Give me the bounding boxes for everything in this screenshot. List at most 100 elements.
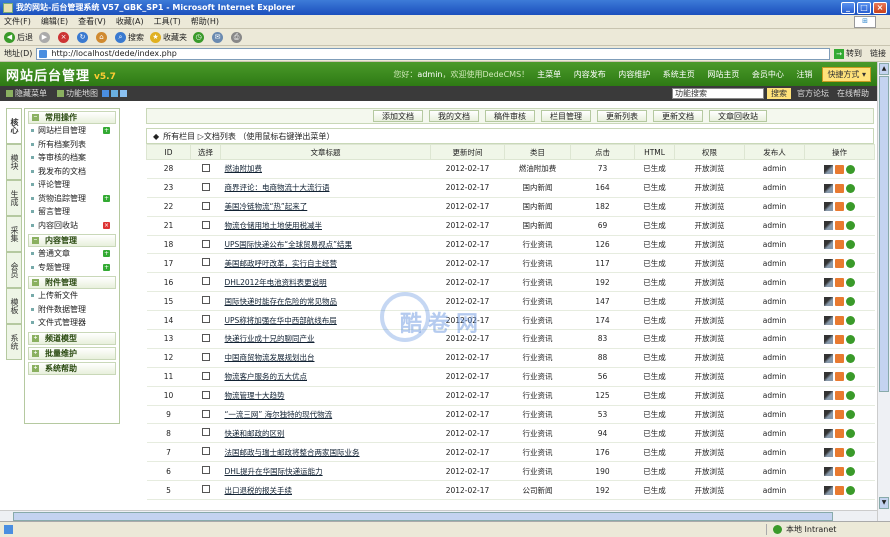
tab-templates[interactable]: 模板: [6, 288, 22, 324]
sidebar-item-my-docs[interactable]: 我发布的文档: [28, 165, 116, 179]
edit-property-icon[interactable]: [824, 485, 833, 495]
row-checkbox[interactable]: [190, 253, 221, 274]
search-button[interactable]: ⌕ 搜索: [115, 31, 144, 43]
edit-property-icon[interactable]: [824, 296, 833, 306]
preview-icon[interactable]: [846, 334, 855, 344]
nav-member-center[interactable]: 会员中心: [752, 70, 784, 79]
edit-property-icon[interactable]: [824, 353, 833, 363]
recycle-bin-button[interactable]: 文章回收站: [709, 110, 767, 122]
minimize-button[interactable]: _: [841, 1, 855, 14]
function-map-link[interactable]: 功能地图: [66, 88, 98, 99]
add-icon[interactable]: +: [103, 263, 110, 271]
row-checkbox[interactable]: [190, 386, 221, 406]
tab-core[interactable]: 核心: [6, 108, 22, 144]
preview-icon[interactable]: [846, 296, 855, 306]
preview-icon[interactable]: [846, 466, 855, 476]
edit-icon[interactable]: [835, 296, 844, 306]
edit-property-icon[interactable]: [824, 202, 833, 212]
preview-icon[interactable]: [846, 259, 855, 269]
row-title-link[interactable]: 快递和邮政的区别: [220, 423, 431, 444]
edit-property-icon[interactable]: [824, 240, 833, 250]
select-checkbox[interactable]: [201, 277, 210, 286]
table-row[interactable]: 5 出口退税的报关手续 2012-02-17 公司新闻 192 已生成 开放浏览 admin: [146, 480, 875, 501]
edit-property-icon[interactable]: [824, 221, 833, 231]
row-title-link[interactable]: “一流三网” 海尔独特的现代物流: [220, 405, 431, 425]
edit-property-icon[interactable]: [824, 183, 833, 193]
preview-icon[interactable]: [846, 164, 855, 174]
quick-menu-button[interactable]: 快捷方式 ▾: [822, 66, 871, 82]
history-button[interactable]: ◷: [193, 31, 206, 43]
sidebar-item-messages[interactable]: 留言管理: [28, 205, 116, 219]
close-button[interactable]: ×: [873, 1, 887, 14]
row-title-link[interactable]: 燃油附加费: [220, 159, 431, 179]
edit-icon[interactable]: [835, 334, 844, 344]
table-row[interactable]: 14 UPS称将加强在华中西部航线布局 2012-02-17 行业资讯 174 已生成 开放…: [146, 310, 875, 331]
row-checkbox[interactable]: [190, 216, 221, 236]
select-checkbox[interactable]: [201, 371, 210, 380]
sidebar-item-articles[interactable]: 普通文章 +: [28, 247, 116, 261]
sidebar-item-pending[interactable]: 等审核的档案: [28, 151, 116, 165]
edit-icon[interactable]: [835, 466, 844, 476]
preview-icon[interactable]: [846, 391, 855, 401]
row-title-link[interactable]: 商界评论：电商物流十大流行语: [220, 178, 431, 198]
sidebar-item-file-manager[interactable]: 文件式管理器: [28, 316, 116, 330]
edit-property-icon[interactable]: [824, 315, 833, 325]
menu-help[interactable]: 帮助(H): [191, 16, 219, 27]
menu-file[interactable]: 文件(F): [4, 16, 31, 27]
review-button[interactable]: 稿件审核: [485, 110, 535, 122]
scroll-thumb[interactable]: [879, 76, 889, 392]
preview-icon[interactable]: [846, 448, 855, 458]
select-checkbox[interactable]: [201, 485, 210, 494]
favorites-button[interactable]: ★ 收藏夹: [150, 31, 187, 43]
edit-property-icon[interactable]: [824, 466, 833, 476]
select-checkbox[interactable]: [201, 296, 210, 305]
add-doc-button[interactable]: 添加文档: [373, 110, 423, 122]
sidebar-group-header[interactable]: + 批量维护: [28, 346, 116, 360]
edit-property-icon[interactable]: [824, 448, 833, 458]
table-row[interactable]: 12 中国商贸物流发展规划出台 2012-02-17 行业资讯 88 已生成 开放浏览 adm…: [146, 348, 875, 368]
online-help-link[interactable]: 在线帮助: [837, 88, 869, 99]
row-checkbox[interactable]: [190, 442, 221, 463]
select-checkbox[interactable]: [201, 390, 210, 399]
row-title-link[interactable]: 美国冷链物流“热”起来了: [220, 197, 431, 217]
edit-icon[interactable]: [835, 240, 844, 250]
sidebar-group-header[interactable]: − 内容管理: [28, 234, 116, 247]
sidebar-group-header[interactable]: − 常用操作: [28, 111, 116, 124]
row-checkbox[interactable]: [190, 291, 221, 312]
edit-property-icon[interactable]: [824, 372, 833, 382]
preview-icon[interactable]: [846, 410, 855, 420]
table-row[interactable]: 21 物流仓储用地土地使用税减半 2012-02-17 国内新闻 69 已生成 开放浏览 ad…: [146, 216, 875, 236]
maximize-button[interactable]: □: [857, 1, 871, 14]
update-list-button[interactable]: 更新列表: [597, 110, 647, 122]
row-checkbox[interactable]: [190, 480, 221, 501]
edit-icon[interactable]: [835, 164, 844, 174]
menu-tools[interactable]: 工具(T): [154, 16, 181, 27]
edit-icon[interactable]: [835, 391, 844, 401]
go-button[interactable]: 转到: [846, 48, 862, 59]
official-forum-link[interactable]: 官方论坛: [797, 88, 829, 99]
edit-property-icon[interactable]: [824, 278, 833, 288]
nav-publish[interactable]: 内容发布: [574, 70, 606, 79]
add-icon[interactable]: +: [103, 127, 110, 134]
table-row[interactable]: 16 DHL2012年电池资料表更说明 2012-02-17 行业资讯 192 已生成 开放…: [146, 272, 875, 293]
row-title-link[interactable]: 快递行业成十兄的聊同产业: [220, 329, 431, 349]
preview-icon[interactable]: [846, 202, 855, 212]
row-checkbox[interactable]: [190, 348, 221, 368]
row-checkbox[interactable]: [190, 367, 221, 387]
row-title-link[interactable]: 国际快递时能存在危险的常见物品: [220, 291, 431, 312]
preview-icon[interactable]: [846, 315, 855, 325]
tab-modules[interactable]: 模块: [6, 144, 22, 180]
scroll-down-arrow-icon[interactable]: ▼: [879, 497, 889, 509]
row-title-link[interactable]: 中国商贸物流发展规划出台: [220, 348, 431, 368]
scroll-up-arrow-icon[interactable]: ▲: [879, 63, 889, 75]
hscroll-thumb[interactable]: [13, 512, 833, 521]
table-row[interactable]: 11 物流客户服务的五大优点 2012-02-17 行业资讯 56 已生成 开放浏览 admi…: [146, 367, 875, 387]
edit-icon[interactable]: [835, 183, 844, 193]
preview-icon[interactable]: [846, 278, 855, 288]
select-checkbox[interactable]: [201, 333, 210, 342]
select-checkbox[interactable]: [201, 201, 210, 210]
edit-property-icon[interactable]: [824, 429, 833, 439]
row-checkbox[interactable]: [190, 329, 221, 349]
edit-icon[interactable]: [835, 353, 844, 363]
preview-icon[interactable]: [846, 372, 855, 382]
